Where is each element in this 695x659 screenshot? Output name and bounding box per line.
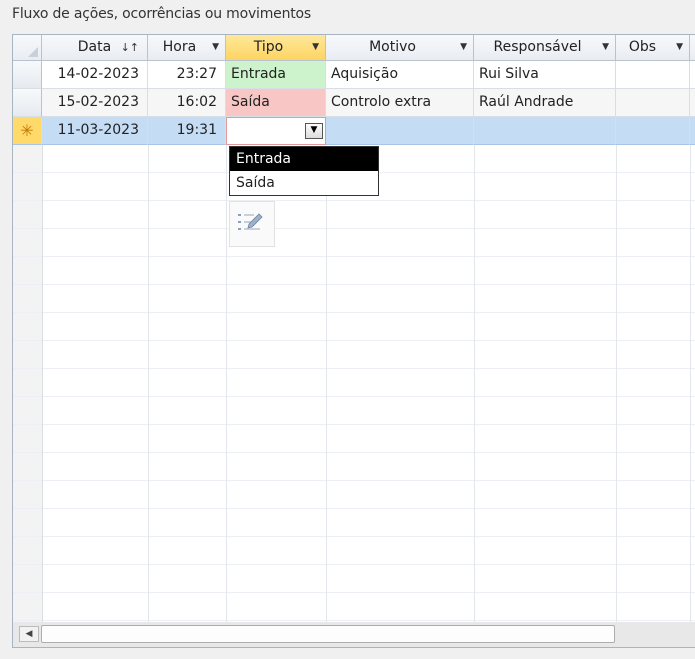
cell-motivo[interactable]: Controlo extra <box>326 89 474 117</box>
filter-dropdown-icon[interactable]: ▼ <box>312 35 319 60</box>
record-selector[interactable] <box>13 61 42 89</box>
combo-dropdown-button[interactable]: ▼ <box>305 123 323 139</box>
filter-dropdown-icon[interactable]: ▼ <box>676 35 683 60</box>
column-header-label: Obs <box>628 39 657 55</box>
cell-responsavel[interactable]: Rui Silva <box>474 61 616 89</box>
scrollbar-track[interactable] <box>616 625 695 643</box>
tipo-dropdown-list[interactable]: Entrada Saída <box>229 146 379 196</box>
cell-hora[interactable]: 16:02 <box>148 89 226 117</box>
cell-obs[interactable] <box>616 117 690 145</box>
scroll-left-arrow-icon[interactable]: ◀ <box>19 626 39 642</box>
scrollbar-thumb[interactable] <box>41 625 615 643</box>
cell-tipo[interactable]: Entrada <box>226 61 326 89</box>
cell-data[interactable]: 14-02-2023 <box>42 61 148 89</box>
filter-dropdown-icon[interactable]: ▼ <box>602 35 609 60</box>
cell-overflow <box>690 89 695 117</box>
datasheet-grid[interactable]: Data ↓↑ Hora ▼ Tipo ▼ Motivo ▼ Responsáv… <box>12 34 695 623</box>
cell-hora[interactable]: 23:27 <box>148 61 226 89</box>
cell-obs[interactable] <box>616 89 690 117</box>
cell-motivo[interactable]: Aquisição <box>326 61 474 89</box>
filter-dropdown-icon[interactable]: ▼ <box>460 35 467 60</box>
new-record-icon[interactable]: ✳ <box>13 117 42 145</box>
column-header-label: Tipo <box>253 39 284 55</box>
cell-data[interactable]: 11-03-2023 <box>42 117 148 145</box>
select-all-corner[interactable] <box>13 35 42 61</box>
filter-dropdown-icon[interactable]: ▼ <box>212 35 219 60</box>
column-header-overflow <box>690 35 695 61</box>
column-header-obs[interactable]: Obs ▼ <box>616 35 690 61</box>
cell-hora[interactable]: 19:31 <box>148 117 226 145</box>
column-header-label: Data <box>77 39 112 55</box>
cell-obs[interactable] <box>616 61 690 89</box>
column-header-label: Hora <box>162 39 197 55</box>
sort-ascending-icon[interactable]: ↓↑ <box>121 35 139 60</box>
table-row[interactable]: 15-02-2023 16:02 Saída Controlo extra Ra… <box>13 89 695 117</box>
cell-overflow <box>690 61 695 89</box>
column-header-tipo[interactable]: Tipo ▼ <box>226 35 326 61</box>
cell-overflow <box>690 117 695 145</box>
column-header-label: Motivo <box>369 39 416 55</box>
tipo-combo-input[interactable]: ▼ <box>226 117 326 145</box>
table-row[interactable]: 14-02-2023 23:27 Entrada Aquisição Rui S… <box>13 61 695 89</box>
column-header-label: Responsável <box>493 39 582 55</box>
column-header-data[interactable]: Data ↓↑ <box>42 35 148 61</box>
dropdown-option-entrada[interactable]: Entrada <box>230 147 378 171</box>
horizontal-scrollbar[interactable]: ◀ <box>12 622 695 648</box>
edit-list-items-button[interactable] <box>229 201 275 247</box>
cell-motivo[interactable] <box>326 117 474 145</box>
record-selector[interactable] <box>13 89 42 117</box>
new-record-row[interactable]: ✳ 11-03-2023 19:31 ▼ <box>13 117 695 145</box>
column-header-motivo[interactable]: Motivo ▼ <box>326 35 474 61</box>
column-header-hora[interactable]: Hora ▼ <box>148 35 226 61</box>
subform-title: Fluxo de ações, ocorrências ou movimento… <box>12 6 312 22</box>
edit-list-icon <box>238 213 263 230</box>
column-header-responsavel[interactable]: Responsável ▼ <box>474 35 616 61</box>
cell-tipo[interactable]: Saída <box>226 89 326 117</box>
cell-responsavel[interactable]: Raúl Andrade <box>474 89 616 117</box>
empty-grid-area <box>13 145 695 623</box>
dropdown-option-saida[interactable]: Saída <box>230 171 378 195</box>
cell-data[interactable]: 15-02-2023 <box>42 89 148 117</box>
cell-responsavel[interactable] <box>474 117 616 145</box>
